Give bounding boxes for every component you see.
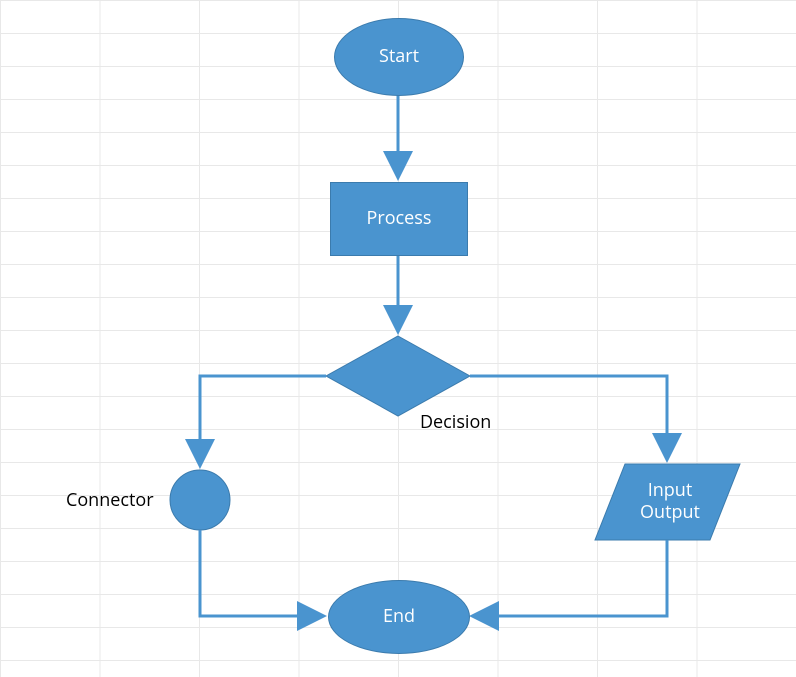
process-label: Process <box>367 208 432 230</box>
edge-decision-connector <box>200 376 326 466</box>
start-node[interactable]: Start <box>334 18 464 96</box>
decision-node[interactable] <box>326 336 470 416</box>
edge-io-end <box>472 540 667 616</box>
edge-connector-end <box>200 530 324 616</box>
connector-label: Connector <box>66 488 154 512</box>
process-node[interactable]: Process <box>330 182 468 256</box>
connector-node[interactable] <box>170 470 230 530</box>
io-node[interactable]: Input Output <box>612 464 728 540</box>
end-label: End <box>383 606 415 628</box>
io-label-line1: Input <box>640 480 700 502</box>
edge-decision-io <box>470 376 667 460</box>
end-node[interactable]: End <box>328 580 470 654</box>
io-label-line2: Output <box>640 502 700 524</box>
io-label: Input Output <box>640 480 700 523</box>
flowchart-canvas: Start Process Decision Connector Input O… <box>0 0 796 677</box>
start-label: Start <box>379 46 419 68</box>
